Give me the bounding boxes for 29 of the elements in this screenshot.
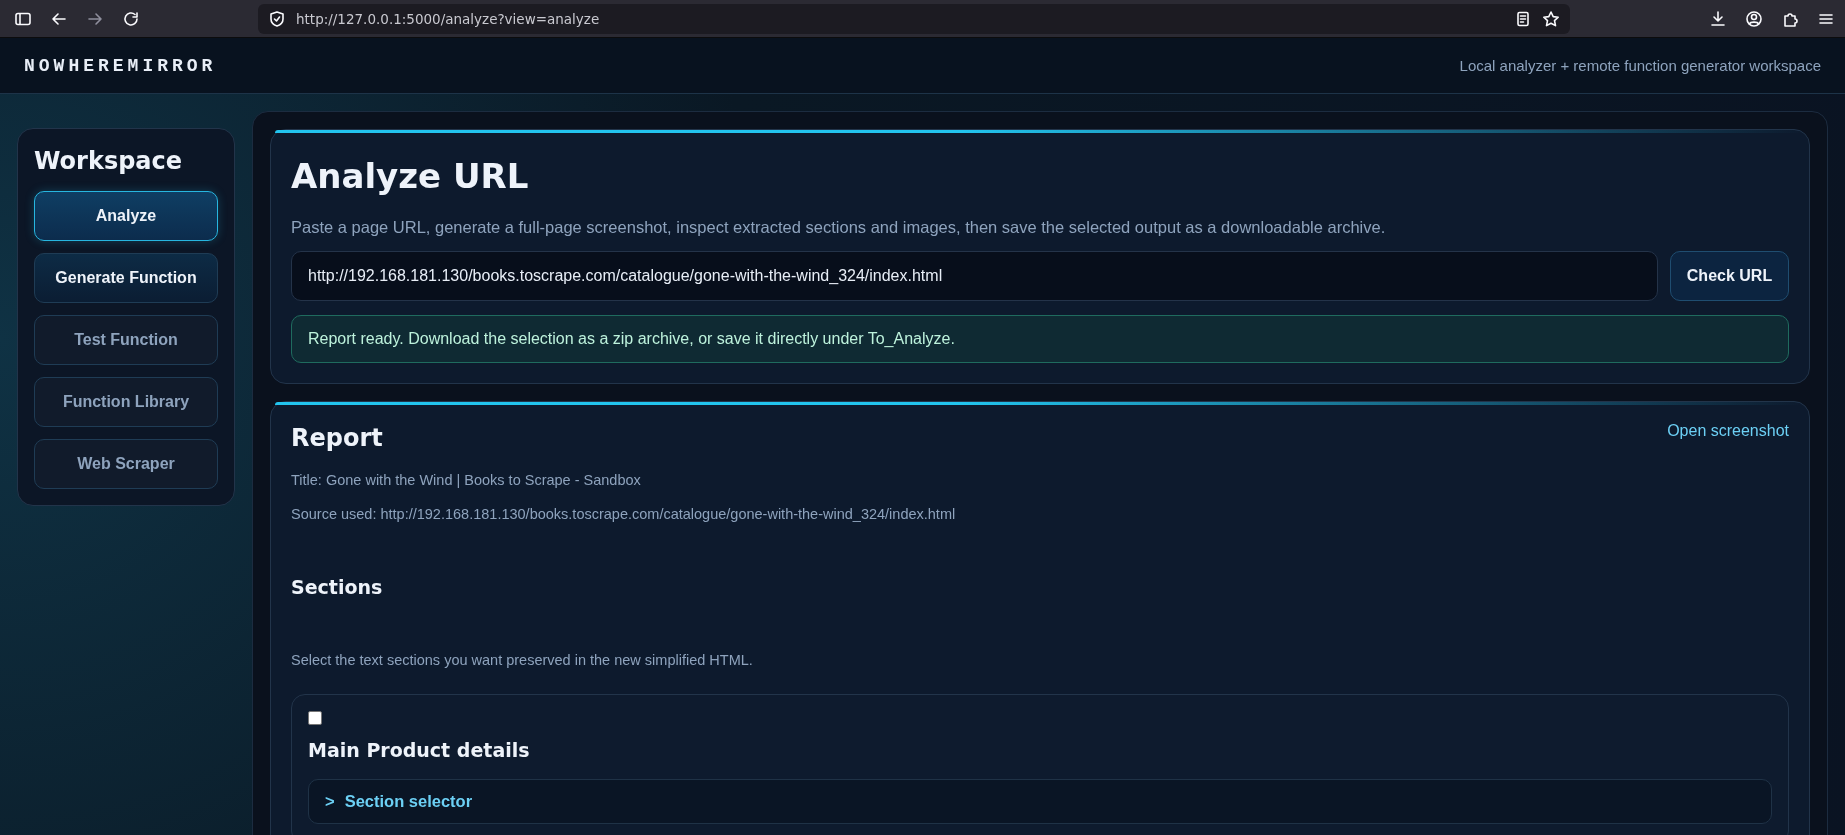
account-icon[interactable] — [1745, 9, 1763, 28]
star-icon[interactable] — [1542, 9, 1560, 28]
toggle-label: Section selector — [344, 792, 473, 811]
reload-icon[interactable] — [122, 9, 140, 28]
status-message: Report ready. Download the selection as a zip archive, or save it directly under To_Analyze. — [291, 315, 1789, 363]
sidebar-title: Workspace — [34, 147, 184, 175]
report-info-text: Title: Gone with the Wind | Books to Scrape - Sandbox — [291, 472, 642, 488]
section-title: Main Product details — [308, 739, 531, 761]
open-screenshot-link[interactable]: Open screenshot — [1667, 422, 1789, 440]
page-title: Analyze URL — [291, 156, 530, 196]
reader-view-icon[interactable] — [1514, 9, 1532, 28]
shield-icon — [268, 9, 286, 28]
check-url-button[interactable]: Check URL — [1670, 251, 1789, 301]
app-logo-text: NOWHEREMIRROR — [24, 55, 217, 76]
sections-heading: Sections — [291, 576, 384, 598]
section-checkbox[interactable] — [308, 711, 322, 725]
report-info-text: Source used: http://192.168.181.130/books.toscrape.com/catalogue/gone-with-the-wind_324/index.html — [291, 506, 957, 522]
sidebar-nav-button[interactable]: Analyze — [34, 191, 218, 241]
description-text: Paste a page URL, generate a full-page screenshot, inspect extracted sections and images, then save the selected output as a downloadable archive. — [291, 218, 1387, 237]
report-title: Report — [291, 424, 383, 452]
url-input-field[interactable]: http://192.168.181.130/books.toscrape.com/catalogue/gone-with-the-wind_324/index.html — [291, 251, 1658, 301]
expand-marker: > — [325, 792, 335, 811]
section-selector-toggle[interactable]: > Section selector — [308, 779, 1772, 824]
sections-hint: Select the text sections you want preserved in the new simplified HTML. — [291, 652, 754, 668]
url-text: http://127.0.0.1:5000/analyze?view=analyze — [296, 10, 601, 27]
address-bar[interactable]: http://127.0.0.1:5000/analyze?view=analyze — [258, 3, 1570, 34]
download-icon[interactable] — [1709, 9, 1727, 28]
header-tagline: Local analyzer + remote function generator workspace — [1459, 57, 1821, 74]
sidebar-nav-button[interactable]: Generate Function — [34, 253, 218, 303]
